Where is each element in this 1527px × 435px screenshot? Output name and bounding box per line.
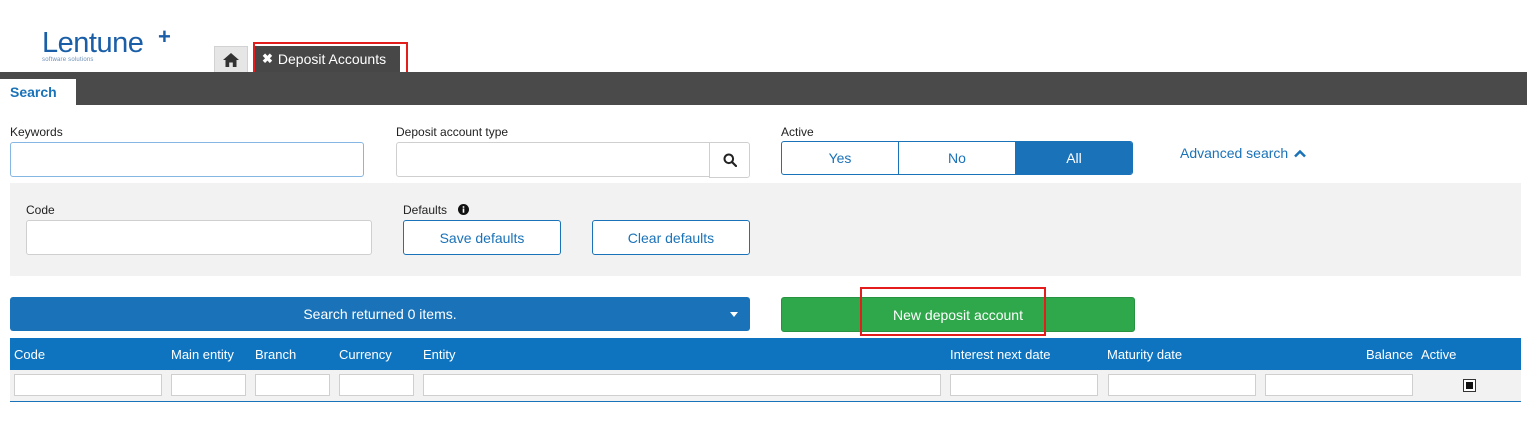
search-icon: [723, 153, 737, 167]
column-header-currency[interactable]: Currency: [339, 347, 392, 362]
tab-strip-bar: [0, 72, 1527, 105]
filter-entity-input[interactable]: [423, 374, 941, 396]
new-deposit-account-button[interactable]: New deposit account: [781, 297, 1135, 332]
lentune-logo: Lentune + software solutions: [42, 24, 171, 63]
column-header-branch[interactable]: Branch: [255, 347, 296, 362]
logo-text: Lentune: [42, 27, 144, 59]
column-header-code[interactable]: Code: [14, 347, 45, 362]
filter-active-checkbox[interactable]: [1463, 379, 1476, 392]
defaults-label: Defaults: [403, 203, 470, 217]
active-no-option[interactable]: No: [899, 142, 1016, 174]
filter-currency-input[interactable]: [339, 374, 414, 396]
active-label: Active: [781, 125, 814, 139]
logo-plus: +: [158, 24, 171, 49]
advanced-search-label: Advanced search: [1180, 145, 1289, 161]
filter-balance-input[interactable]: [1265, 374, 1413, 396]
home-icon: [223, 52, 239, 67]
column-header-maturity-date[interactable]: Maturity date: [1107, 347, 1182, 362]
filter-main-entity-input[interactable]: [171, 374, 246, 396]
filter-branch-input[interactable]: [255, 374, 330, 396]
checkbox-mark: [1466, 382, 1473, 389]
filter-interest-next-date-input[interactable]: [950, 374, 1098, 396]
table-header: [10, 338, 1521, 370]
code-input[interactable]: [26, 220, 372, 255]
filter-maturity-date-input[interactable]: [1108, 374, 1256, 396]
tab-label: Deposit Accounts: [277, 51, 387, 67]
tab-search[interactable]: Search: [0, 79, 76, 105]
close-icon[interactable]: ✖: [262, 51, 273, 67]
advanced-search-link[interactable]: Advanced search: [1180, 145, 1306, 161]
column-header-balance[interactable]: Balance: [1366, 347, 1413, 362]
column-header-interest-next-date[interactable]: Interest next date: [950, 347, 1050, 362]
tab-deposit-accounts[interactable]: ✖ Deposit Accounts: [254, 46, 400, 72]
clear-defaults-button[interactable]: Clear defaults: [592, 220, 750, 255]
active-toggle-group: Yes No All: [781, 141, 1133, 175]
home-tab[interactable]: [214, 46, 248, 72]
caret-down-icon: [730, 312, 738, 317]
column-header-active[interactable]: Active: [1421, 347, 1456, 362]
keywords-input[interactable]: [10, 142, 364, 177]
column-header-entity[interactable]: Entity: [423, 347, 456, 362]
keywords-label: Keywords: [10, 125, 63, 139]
info-icon[interactable]: [458, 204, 470, 215]
type-lookup-button[interactable]: [709, 142, 750, 178]
save-defaults-button[interactable]: Save defaults: [403, 220, 561, 255]
active-all-option[interactable]: All: [1016, 142, 1132, 174]
deposit-account-type-input[interactable]: [396, 142, 710, 177]
results-summary: Search returned 0 items.: [303, 306, 457, 322]
search-results-dropdown[interactable]: Search returned 0 items.: [10, 297, 750, 331]
column-header-main-entity[interactable]: Main entity: [171, 347, 234, 362]
active-yes-option[interactable]: Yes: [782, 142, 899, 174]
deposit-account-type-label: Deposit account type: [396, 125, 509, 139]
code-label: Code: [26, 203, 55, 217]
filter-code-input[interactable]: [14, 374, 162, 396]
chevron-up-icon: [1294, 149, 1306, 158]
defaults-text: Defaults: [403, 203, 448, 217]
